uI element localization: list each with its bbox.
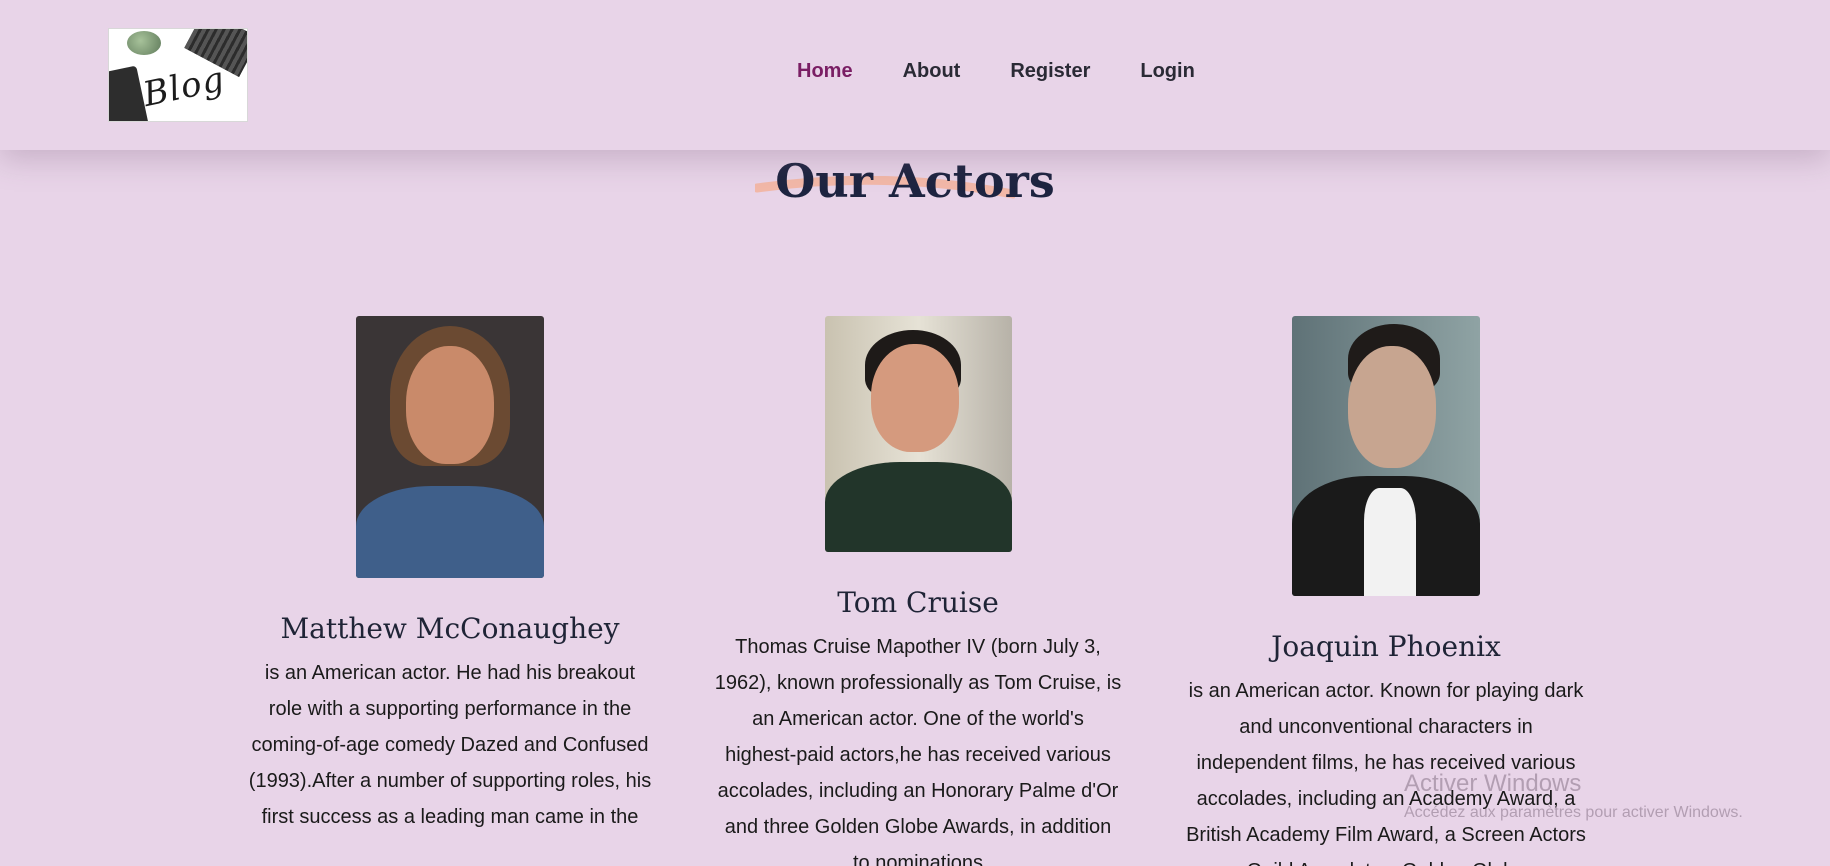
site-header: Blog Home About Register Login <box>0 0 1830 150</box>
actor-bio: is an American actor. Known for playing … <box>1186 680 1586 866</box>
actor-name: Joaquin Phoenix <box>1271 630 1501 663</box>
nav-login-link[interactable]: Login <box>1140 60 1194 83</box>
nav-home-link[interactable]: Home <box>797 60 853 83</box>
actor-photo-phoenix <box>1292 316 1480 596</box>
section-title-wrap: Our Actors <box>0 150 1830 212</box>
actor-photo-cruise <box>824 316 1012 552</box>
actor-name: Matthew McConaughey <box>280 612 620 645</box>
section-title: Our Actors <box>755 150 1073 212</box>
main-nav: Home About Register Login <box>797 60 1195 83</box>
actor-bio: is an American actor. He had his breakou… <box>248 662 652 828</box>
nav-about-link[interactable]: About <box>903 60 961 83</box>
actor-card: Tom Cruise Thomas Cruise Mapother IV (bo… <box>708 316 1128 866</box>
plant-graphic <box>127 31 161 55</box>
nav-register-link[interactable]: Register <box>1010 60 1090 83</box>
actor-name: Tom Cruise <box>837 586 999 619</box>
actor-photo-mcconaughey <box>356 316 544 578</box>
blog-logo[interactable]: Blog <box>108 28 248 122</box>
actor-card: Matthew McConaughey is an American actor… <box>240 316 660 835</box>
actor-bio: Thomas Cruise Mapother IV (born July 3, … <box>714 636 1122 866</box>
logo-text: Blog <box>139 58 229 116</box>
actor-card: Joaquin Phoenix is an American actor. Kn… <box>1176 316 1596 866</box>
section-title-text: Our Actors <box>775 154 1055 208</box>
